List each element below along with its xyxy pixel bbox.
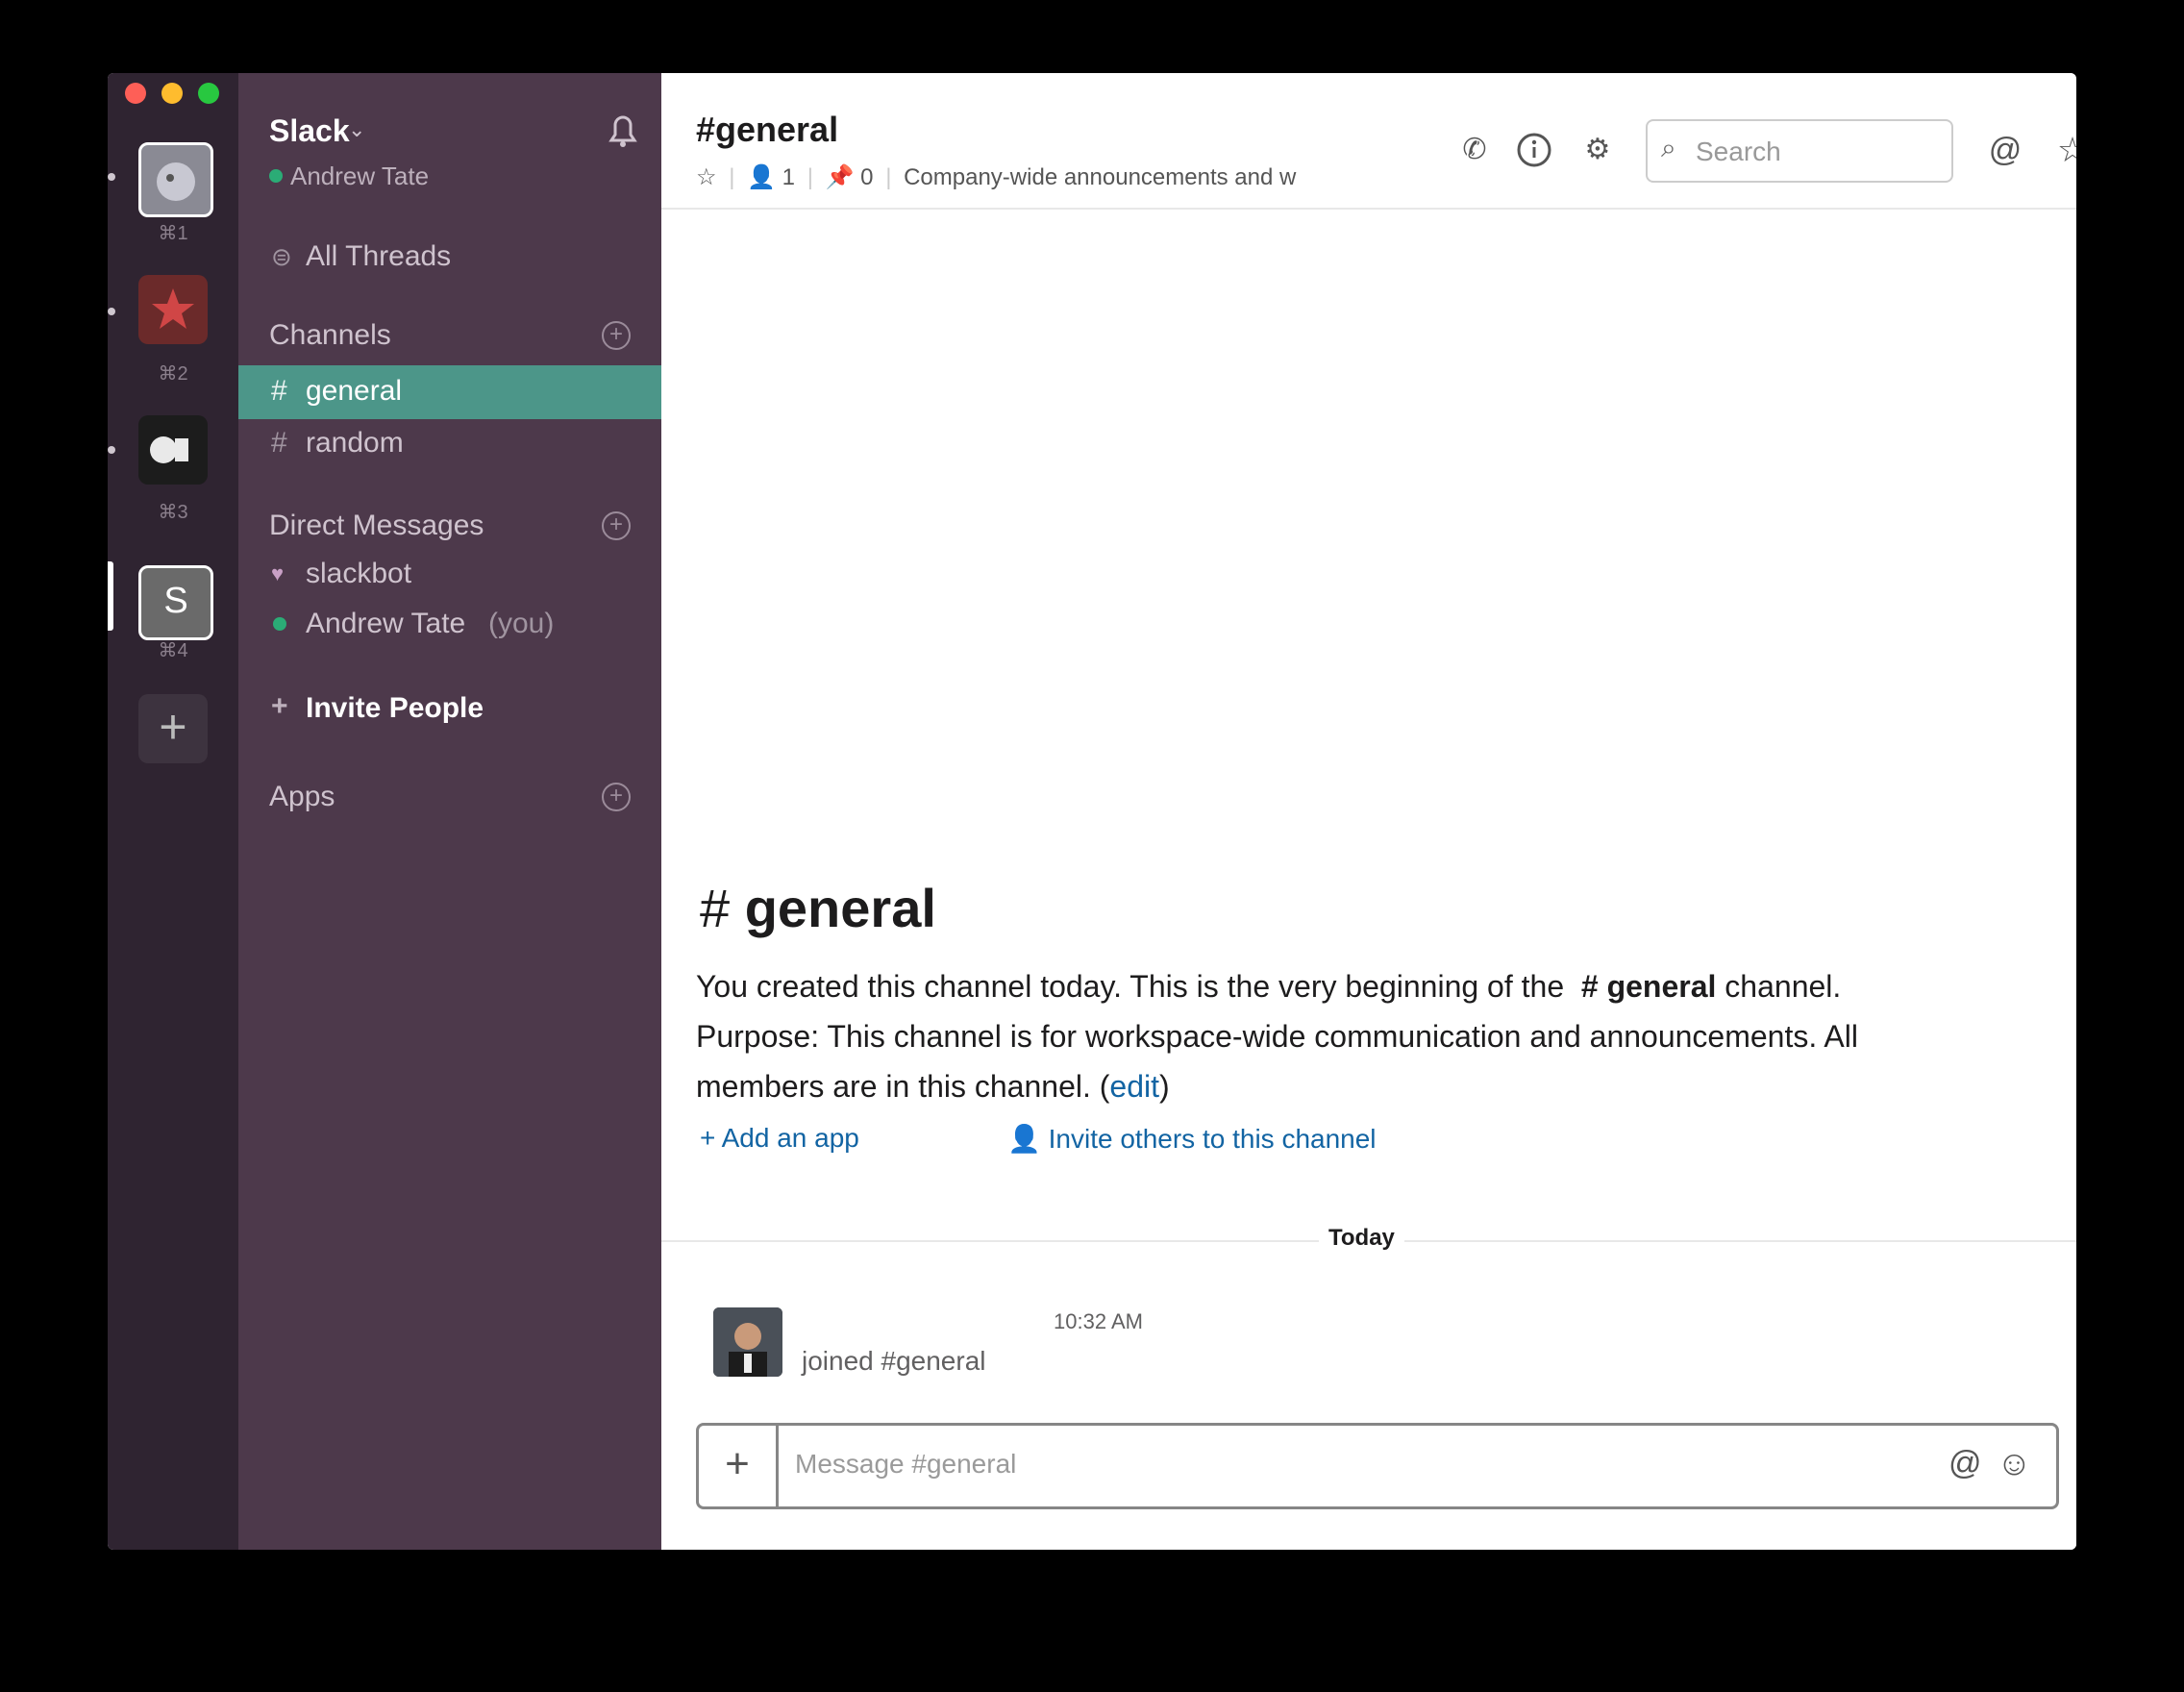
close-window-button[interactable]: [125, 83, 146, 104]
hash-icon: #: [700, 878, 745, 938]
workspace-name[interactable]: Slack: [269, 113, 350, 149]
message-text: joined #general: [802, 1346, 986, 1376]
intro-title: # general: [700, 877, 936, 939]
hash-icon: #: [271, 427, 287, 459]
star-icon[interactable]: ☆: [696, 164, 717, 190]
add-channel-icon[interactable]: +: [602, 321, 631, 350]
pins-count[interactable]: 0: [860, 164, 873, 190]
threads-icon: ⊜: [271, 242, 292, 271]
star-icon[interactable]: ☆: [2053, 131, 2076, 169]
message-input[interactable]: Message #general: [795, 1449, 1016, 1480]
workspace-3-icon[interactable]: [138, 415, 208, 485]
add-attachment-button[interactable]: +: [699, 1426, 779, 1506]
add-workspace-button[interactable]: +: [138, 694, 208, 763]
search-icon: ⌕: [1661, 133, 1676, 162]
sidebar-item-general[interactable]: # general: [238, 365, 661, 419]
workspace-2-shortcut: ⌘2: [158, 363, 188, 385]
channels-header-label: Channels: [269, 319, 391, 351]
person-icon: 👤: [1007, 1124, 1041, 1154]
presence-active-icon: [269, 169, 283, 183]
you-suffix: (you): [488, 608, 555, 639]
all-threads-label: All Threads: [306, 240, 452, 272]
minimize-window-button[interactable]: [161, 83, 183, 104]
edit-link[interactable]: edit: [1109, 1069, 1159, 1104]
message-composer[interactable]: + Message #general @ ☺: [696, 1423, 2059, 1509]
zoom-window-button[interactable]: [198, 83, 219, 104]
active-workspace-indicator: [108, 561, 113, 631]
dm-label: Andrew Tate: [306, 608, 466, 639]
current-user-name[interactable]: Andrew Tate: [290, 162, 429, 191]
workspace-3-shortcut: ⌘3: [158, 502, 188, 523]
workspace-1-icon[interactable]: [138, 142, 213, 217]
all-threads-button[interactable]: ⊜ All Threads: [238, 233, 661, 281]
message-timestamp[interactable]: 10:32 AM: [1054, 1309, 1143, 1334]
gear-icon[interactable]: ⚙: [1578, 131, 1617, 169]
channel-title[interactable]: #general: [696, 110, 838, 150]
workspace-1-shortcut: ⌘1: [158, 223, 188, 244]
sidebar-item-random[interactable]: # random: [238, 419, 661, 467]
chevron-down-icon[interactable]: ⌄: [348, 117, 365, 142]
app-window: ⌘1 ⌘2 ⌘3 S ⌘4 + Slack ⌄ Andrew Tate ⊜ Al…: [108, 73, 2076, 1550]
dm-label: slackbot: [306, 558, 412, 589]
workspace-4-icon[interactable]: S: [138, 565, 213, 640]
emoji-icon[interactable]: ☺: [1997, 1443, 2032, 1483]
bell-icon[interactable]: [604, 110, 642, 157]
add-app-button[interactable]: + Add an app: [700, 1123, 859, 1154]
hash-icon: #: [271, 375, 287, 407]
channel-label: random: [306, 427, 404, 459]
avatar[interactable]: [713, 1307, 782, 1377]
channel-main: #general ☆ | 👤 1 | 📌 0 | Company-wide an…: [661, 73, 2076, 1550]
header-divider: [661, 208, 2076, 210]
sidebar-item-andrew-tate[interactable]: Andrew Tate (you): [238, 600, 661, 648]
dm-header-label: Direct Messages: [269, 510, 484, 541]
search-placeholder: Search: [1696, 137, 1781, 166]
workspace-switcher: ⌘1 ⌘2 ⌘3 S ⌘4 +: [108, 73, 238, 1550]
invite-people-button[interactable]: + Invite People: [238, 684, 661, 733]
search-input[interactable]: ⌕ Search: [1646, 119, 1953, 183]
apps-header-button[interactable]: Apps +: [238, 773, 661, 821]
heart-icon: ♥: [271, 561, 285, 585]
direct-messages-header-button[interactable]: Direct Messages +: [238, 502, 661, 550]
channel-topic[interactable]: Company-wide announcements and w: [904, 164, 1296, 190]
mention-icon[interactable]: @: [1948, 1445, 1982, 1482]
unread-dot: [108, 173, 115, 181]
sidebar-item-slackbot[interactable]: ♥ slackbot: [238, 550, 661, 598]
workspace-2-icon[interactable]: [138, 275, 208, 344]
channel-label: general: [306, 375, 403, 407]
at-icon[interactable]: @: [1986, 131, 2024, 169]
invite-others-button[interactable]: 👤 Invite others to this channel: [1007, 1123, 1377, 1155]
channel-sidebar: Slack ⌄ Andrew Tate ⊜ All Threads Channe…: [238, 73, 661, 1550]
intro-description: You created this channel today. This is …: [696, 969, 1858, 1104]
invite-people-label: Invite People: [306, 692, 484, 724]
workspace-4-shortcut: ⌘4: [158, 640, 188, 661]
unread-dot: [108, 308, 115, 315]
add-app-icon[interactable]: +: [602, 783, 631, 811]
members-count[interactable]: 1: [782, 164, 795, 190]
intro-title-text: general: [744, 878, 936, 938]
apps-header-label: Apps: [269, 781, 335, 812]
channels-header-button[interactable]: Channels +: [238, 311, 661, 360]
members-icon[interactable]: 👤: [747, 164, 776, 190]
day-divider-label: Today: [1319, 1225, 1404, 1252]
plus-icon: +: [271, 690, 288, 722]
phone-icon[interactable]: ✆: [1455, 131, 1494, 169]
channel-meta: ☆ | 👤 1 | 📌 0 | Company-wide announcemen…: [696, 164, 1297, 190]
info-icon[interactable]: [1515, 131, 1553, 169]
unread-dot: [108, 446, 115, 454]
add-dm-icon[interactable]: +: [602, 511, 631, 540]
presence-active-icon: [273, 617, 286, 631]
plus-icon: +: [700, 1123, 716, 1153]
pin-icon[interactable]: 📌: [826, 164, 855, 190]
